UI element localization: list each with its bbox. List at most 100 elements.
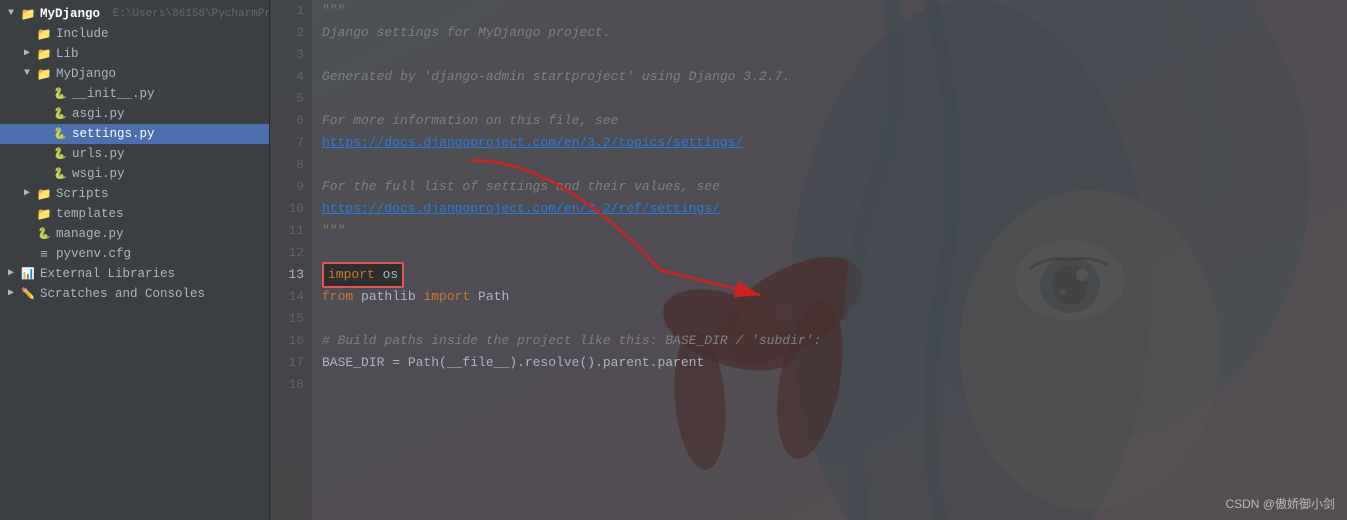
scripts-label: Scripts (56, 187, 109, 201)
arrow-templates (20, 207, 34, 221)
line-num-16: 16 (270, 330, 304, 352)
code-line-12 (322, 242, 1347, 264)
line-num-12: 12 (270, 242, 304, 264)
arrow-scratches (4, 287, 18, 301)
tree-item-root[interactable]: MyDjango E:\Users\86158\PycharmProjects\… (0, 4, 269, 24)
tree-item-settings[interactable]: settings.py (0, 124, 269, 144)
manage-label: manage.py (56, 227, 124, 241)
folder-icon-root (20, 6, 36, 22)
code-text-1: """ (322, 0, 345, 22)
arrow-include (20, 27, 34, 41)
line-num-2: 2 (270, 22, 304, 44)
code-line-8 (322, 154, 1347, 176)
folder-icon-templates (36, 206, 52, 222)
code-text-5 (322, 88, 330, 110)
line-num-1: 1 (270, 0, 304, 22)
tree-item-urls[interactable]: urls.py (0, 144, 269, 164)
wsgi-label: wsgi.py (72, 167, 125, 181)
arrow-ext (4, 267, 18, 281)
line-num-5: 5 (270, 88, 304, 110)
init-label: __init__.py (72, 87, 155, 101)
code-line-18 (322, 374, 1347, 396)
code-pathlib: pathlib (353, 286, 423, 308)
tree-item-ext-libraries[interactable]: External Libraries (0, 264, 269, 284)
code-line-16: # Build paths inside the project like th… (322, 330, 1347, 352)
code-line-15 (322, 308, 1347, 330)
folder-icon-include (36, 26, 52, 42)
code-line-9: For the full list of settings and their … (322, 176, 1347, 198)
code-line-10: https://docs.djangoproject.com/en/3.2/re… (322, 198, 1347, 220)
code-text-11: """ (322, 220, 345, 242)
tree-item-lib[interactable]: Lib (0, 44, 269, 64)
code-panel[interactable]: """ Django settings for MyDjango project… (312, 0, 1347, 520)
code-text-8 (322, 154, 330, 176)
urls-label: urls.py (72, 147, 125, 161)
code-line-4: Generated by 'django-admin startproject'… (322, 66, 1347, 88)
scratch-icon (20, 286, 36, 302)
templates-label: templates (56, 207, 124, 221)
folder-icon-lib (36, 46, 52, 62)
line-num-10: 10 (270, 198, 304, 220)
code-line-3 (322, 44, 1347, 66)
tree-item-manage[interactable]: manage.py (0, 224, 269, 244)
line-num-3: 3 (270, 44, 304, 66)
code-text-17: BASE_DIR = Path(__file__).resolve().pare… (322, 352, 704, 374)
code-line-14: from pathlib import Path (322, 286, 1347, 308)
code-line-6: For more information on this file, see (322, 110, 1347, 132)
folder-icon-scripts (36, 186, 52, 202)
tree-item-include[interactable]: Include (0, 24, 269, 44)
code-editor[interactable]: 1 2 3 4 5 6 7 8 9 10 11 12 13 14 15 16 1… (270, 0, 1347, 520)
py-icon-manage (36, 226, 52, 242)
line-number-gutter: 1 2 3 4 5 6 7 8 9 10 11 12 13 14 15 16 1… (270, 0, 312, 520)
line-num-9: 9 (270, 176, 304, 198)
import-os-highlight: import os (322, 262, 404, 288)
code-line-1: """ (322, 0, 1347, 22)
mydjango-sub-label: MyDjango (56, 67, 116, 81)
tree-item-scripts[interactable]: Scripts (0, 184, 269, 204)
tree-item-wsgi[interactable]: wsgi.py (0, 164, 269, 184)
file-tree-sidebar[interactable]: MyDjango E:\Users\86158\PycharmProjects\… (0, 0, 270, 520)
tree-item-asgi[interactable]: asgi.py (0, 104, 269, 124)
code-line-13: import os (322, 264, 1347, 286)
code-line-7: https://docs.djangoproject.com/en/3.2/to… (322, 132, 1347, 154)
tree-item-templates[interactable]: templates (0, 204, 269, 224)
arrow-lib (20, 47, 34, 61)
include-label: Include (56, 27, 109, 41)
code-text-18 (322, 374, 330, 396)
arrow-pyvenv (20, 247, 34, 261)
line-num-4: 4 (270, 66, 304, 88)
code-from: from (322, 286, 353, 308)
ext-icon (20, 266, 36, 282)
code-import2: import (423, 286, 470, 308)
arrow-manage (20, 227, 34, 241)
line-num-7: 7 (270, 132, 304, 154)
code-text-2: Django settings for MyDjango project. (322, 22, 611, 44)
code-line-17: BASE_DIR = Path(__file__).resolve().pare… (322, 352, 1347, 374)
tree-item-init[interactable]: __init__.py (0, 84, 269, 104)
arrow-root (4, 7, 18, 21)
py-icon-init (52, 86, 68, 102)
ext-label: External Libraries (40, 267, 175, 281)
settings-label: settings.py (72, 127, 155, 141)
root-path: E:\Users\86158\PycharmProjects\MyDjango (106, 8, 270, 20)
line-num-15: 15 (270, 308, 304, 330)
code-text-7: https://docs.djangoproject.com/en/3.2/to… (322, 132, 743, 154)
tree-item-scratches[interactable]: Scratches and Consoles (0, 284, 269, 304)
arrow-scripts (20, 187, 34, 201)
py-icon-asgi (52, 106, 68, 122)
lib-label: Lib (56, 47, 79, 61)
py-icon-wsgi (52, 166, 68, 182)
arrow-settings (36, 127, 50, 141)
code-line-11: """ (322, 220, 1347, 242)
line-num-11: 11 (270, 220, 304, 242)
folder-icon-mydjango-sub (36, 66, 52, 82)
line-num-17: 17 (270, 352, 304, 374)
cfg-icon-pyvenv (36, 246, 52, 262)
code-text-3 (322, 44, 330, 66)
tree-item-mydjango-sub[interactable]: MyDjango (0, 64, 269, 84)
tree-item-pyvenv[interactable]: pyvenv.cfg (0, 244, 269, 264)
line-num-6: 6 (270, 110, 304, 132)
py-icon-settings (52, 126, 68, 142)
code-text-15 (322, 308, 330, 330)
arrow-asgi (36, 107, 50, 121)
